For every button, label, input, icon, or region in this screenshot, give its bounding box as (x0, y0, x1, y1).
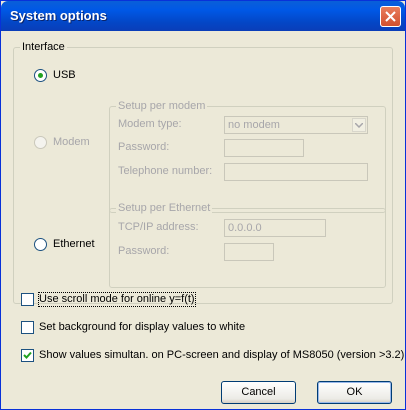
ethernet-radio[interactable] (34, 238, 47, 251)
tcpip-address-field[interactable]: 0.0.0.0 (224, 219, 326, 237)
modem-setup-group: Setup per modem Modem type: no modem Pas… (109, 100, 386, 213)
cancel-button[interactable]: Cancel (221, 381, 296, 404)
modem-type-label: Modem type: (118, 118, 182, 130)
telephone-number-label: Telephone number: (118, 165, 213, 177)
modem-type-select[interactable]: no modem (224, 116, 368, 134)
modem-radio[interactable] (34, 136, 47, 149)
show-values-simultan-checkbox[interactable] (21, 349, 34, 362)
usb-radio[interactable] (34, 69, 47, 82)
ethernet-label[interactable]: Ethernet (53, 238, 95, 251)
modem-type-value: no modem (228, 119, 280, 131)
modem-password-label: Password: (118, 141, 170, 153)
ethernet-setup-legend: Setup per Ethernet (116, 202, 213, 215)
dialog-client-area: Interface USB Modem Setup per modem Mode… (4, 31, 404, 406)
modem-password-field[interactable] (224, 139, 304, 157)
close-icon (385, 11, 396, 22)
modem-setup-legend: Setup per modem (116, 100, 208, 113)
radio-selected-dot (38, 73, 43, 78)
system-options-dialog: System options Interface USB Modem Setup… (0, 0, 406, 410)
background-white-label[interactable]: Set background for display values to whi… (39, 321, 245, 334)
show-values-simultan-label[interactable]: Show values simultan. on PC-screen and d… (39, 349, 404, 362)
tcpip-address-label: TCP/IP address: (118, 221, 199, 233)
dropdown-arrow-button[interactable] (352, 118, 366, 132)
interface-legend: Interface (20, 41, 67, 54)
modem-label[interactable]: Modem (53, 136, 90, 149)
close-button[interactable] (380, 6, 401, 27)
usb-label[interactable]: USB (53, 69, 76, 82)
ok-button[interactable]: OK (317, 381, 392, 404)
ethernet-password-label: Password: (118, 245, 170, 257)
dialog-title: System options (10, 8, 107, 23)
scroll-mode-checkbox[interactable] (21, 293, 34, 306)
checkmark-icon (23, 351, 32, 359)
ethernet-setup-group: Setup per Ethernet TCP/IP address: 0.0.0… (109, 202, 386, 288)
tcpip-address-value: 0.0.0.0 (228, 222, 262, 234)
chevron-down-icon (355, 123, 363, 128)
interface-group: Interface USB Modem Setup per modem Mode… (13, 41, 393, 304)
scroll-mode-label[interactable]: Use scroll mode for online y=f(t) (38, 292, 196, 307)
telephone-number-field[interactable] (224, 163, 368, 181)
title-bar[interactable]: System options (1, 1, 405, 31)
ethernet-password-field[interactable] (224, 243, 274, 261)
background-white-checkbox[interactable] (21, 321, 34, 334)
